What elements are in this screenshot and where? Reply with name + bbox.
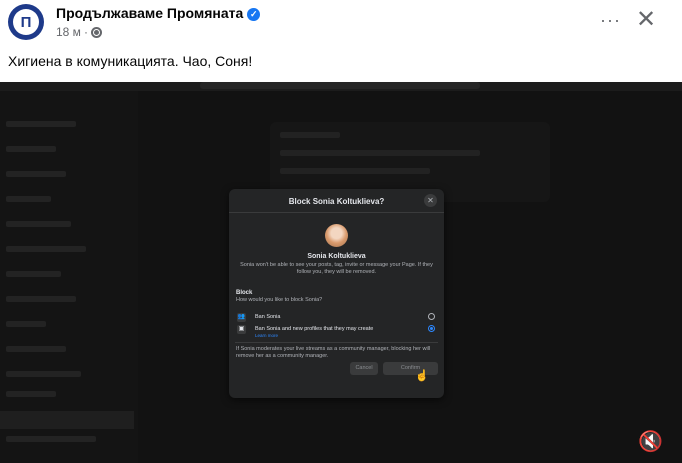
content-placeholder: [280, 132, 340, 138]
block-description: Sonia won't be able to see your posts, t…: [240, 262, 433, 275]
radio-ban-profiles[interactable]: [428, 325, 435, 332]
option-label: Ban Sonia and new profiles that they may…: [255, 326, 374, 332]
sidebar-placeholder: [6, 146, 56, 152]
more-options-button[interactable]: ···: [600, 10, 621, 31]
page-name-text[interactable]: Продължаваме Промяната: [56, 5, 243, 21]
user-avatar: [325, 224, 348, 247]
divider: [229, 212, 444, 213]
confirm-button[interactable]: Confirm: [383, 362, 438, 375]
sidebar-highlight: [0, 411, 134, 429]
post-text: Хигиена в комуникацията. Чао, Соня!: [8, 53, 253, 69]
learn-more-link[interactable]: Learn more: [255, 333, 278, 338]
sidebar-placeholder: [6, 271, 61, 277]
verified-check-icon: ✓: [247, 8, 261, 21]
block-heading: Block: [236, 290, 253, 296]
community-manager-note: If Sonia moderates your live streams as …: [236, 346, 431, 359]
page-logo: П: [13, 9, 39, 35]
divider: [235, 342, 438, 343]
page-avatar[interactable]: П: [8, 4, 44, 40]
page-name[interactable]: Продължаваме Промяната ✓: [56, 5, 261, 21]
sidebar-placeholder: [6, 246, 86, 252]
meta-separator: ·: [83, 25, 88, 39]
post-header: П Продължаваме Промяната ✓ 18 м · ··· ✕ Х…: [0, 0, 682, 82]
content-placeholder: [280, 150, 480, 156]
option-ban-profiles[interactable]: ▣ Ban Sonia and new profiles that they m…: [235, 323, 438, 341]
speaker-muted-icon[interactable]: 🔇: [638, 429, 663, 454]
dim-sidebar: [0, 91, 138, 463]
page-logo-letter: П: [20, 13, 32, 31]
post-meta: 18 м ·: [56, 25, 102, 39]
content-placeholder: [280, 168, 430, 174]
video-player[interactable]: Block Sonia Koltuklieva? ✕ Sonia Koltukl…: [0, 82, 682, 463]
sidebar-placeholder: [6, 436, 96, 442]
sidebar-placeholder: [6, 371, 81, 377]
post-time[interactable]: 18 м: [56, 25, 81, 39]
sidebar-placeholder: [6, 196, 51, 202]
globe-icon: [90, 26, 102, 38]
sidebar-placeholder: [6, 296, 76, 302]
block-dialog: Block Sonia Koltuklieva? ✕ Sonia Koltukl…: [229, 189, 444, 398]
sidebar-placeholder: [6, 221, 71, 227]
user-name: Sonia Koltuklieva: [307, 253, 366, 260]
sidebar-placeholder: [6, 171, 66, 177]
sidebar-placeholder: [6, 121, 76, 127]
dialog-title: Block Sonia Koltuklieva?: [288, 197, 385, 206]
hand-cursor-icon: ☝: [415, 370, 429, 382]
browser-address-bar: [200, 82, 480, 89]
sidebar-placeholder: [6, 346, 66, 352]
cancel-button[interactable]: Cancel: [350, 362, 378, 375]
ban-profiles-icon: ▣: [237, 325, 246, 334]
close-icon[interactable]: ✕: [636, 8, 656, 32]
block-question: How would you like to block Sonia?: [236, 297, 323, 303]
dialog-close-icon[interactable]: ✕: [424, 194, 437, 207]
browser-topbar: [0, 82, 682, 91]
sidebar-placeholder: [6, 391, 56, 397]
sidebar-placeholder: [6, 321, 46, 327]
